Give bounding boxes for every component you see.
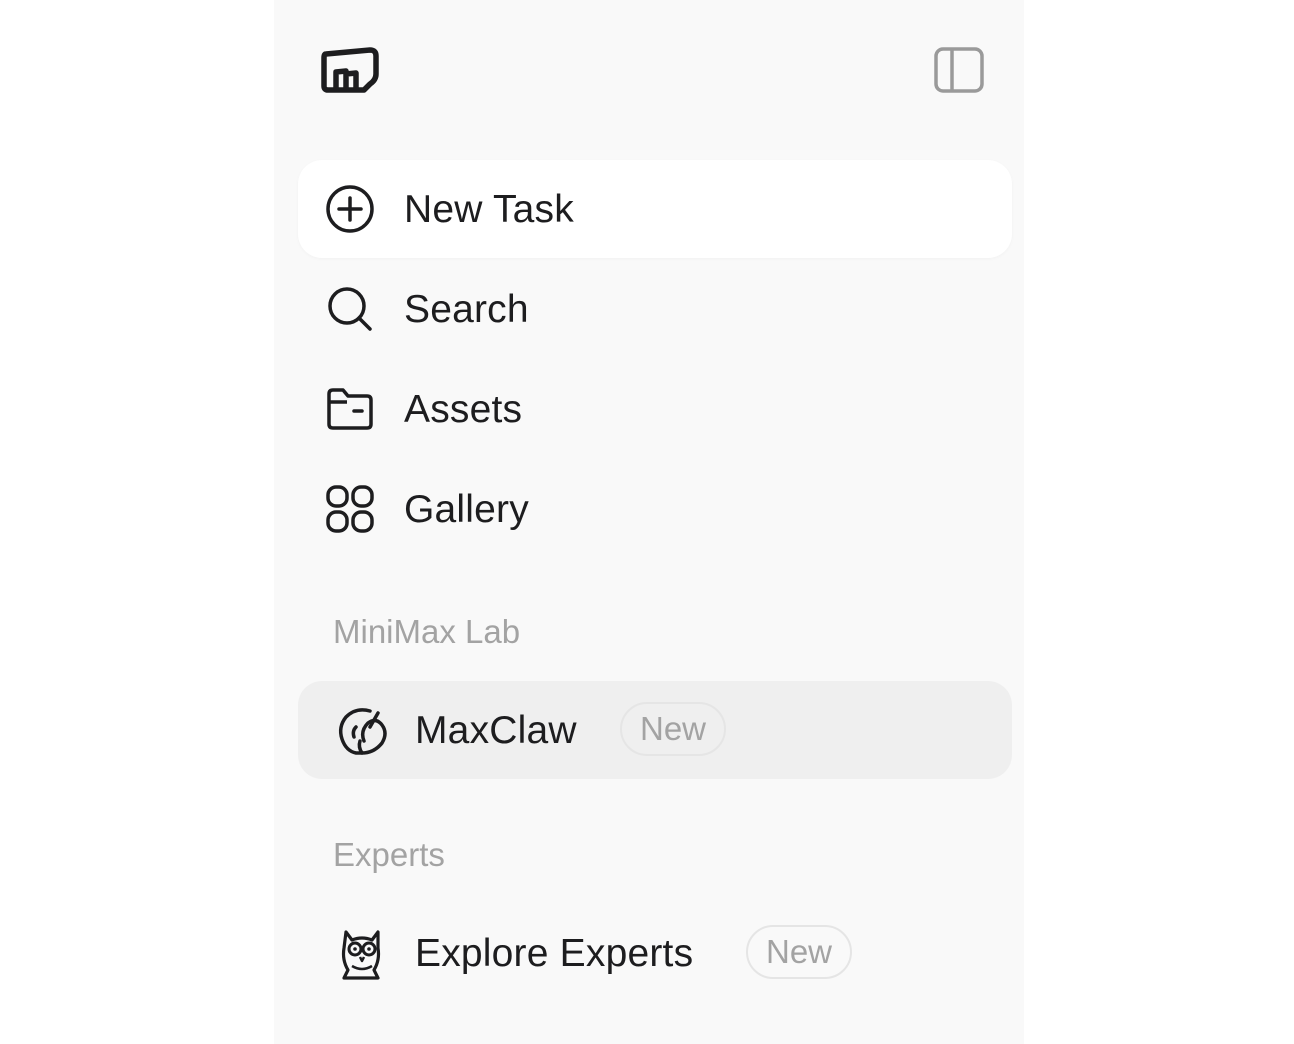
gallery-button[interactable]: Gallery — [298, 460, 1012, 558]
gallery-label: Gallery — [404, 487, 529, 531]
minimax-logo-icon[interactable] — [320, 44, 380, 96]
explore-experts-item[interactable]: Explore Experts New — [298, 904, 1012, 1002]
sidebar-toggle-icon[interactable] — [932, 44, 986, 96]
search-icon — [324, 283, 376, 335]
plus-circle-icon — [324, 183, 376, 235]
maxclaw-item[interactable]: MaxClaw New — [298, 681, 1012, 779]
sidebar: New Task Search Assets Gallery MiniMax L… — [274, 0, 1024, 1044]
new-badge: New — [620, 702, 727, 756]
section-title-minimax-lab: MiniMax Lab — [333, 613, 521, 650]
folder-icon — [324, 383, 376, 435]
assets-label: Assets — [404, 387, 523, 431]
section-title-experts: Experts — [333, 836, 445, 873]
maxclaw-label: MaxClaw — [415, 709, 577, 752]
new-badge: New — [746, 925, 853, 979]
explore-experts-label: Explore Experts — [415, 932, 694, 975]
new-task-label: New Task — [404, 187, 574, 231]
search-button[interactable]: Search — [298, 260, 1012, 358]
new-task-button[interactable]: New Task — [298, 160, 1012, 258]
grid-icon — [324, 483, 376, 535]
owl-icon — [334, 926, 390, 982]
claw-icon — [334, 703, 390, 759]
search-label: Search — [404, 287, 529, 331]
assets-button[interactable]: Assets — [298, 360, 1012, 458]
